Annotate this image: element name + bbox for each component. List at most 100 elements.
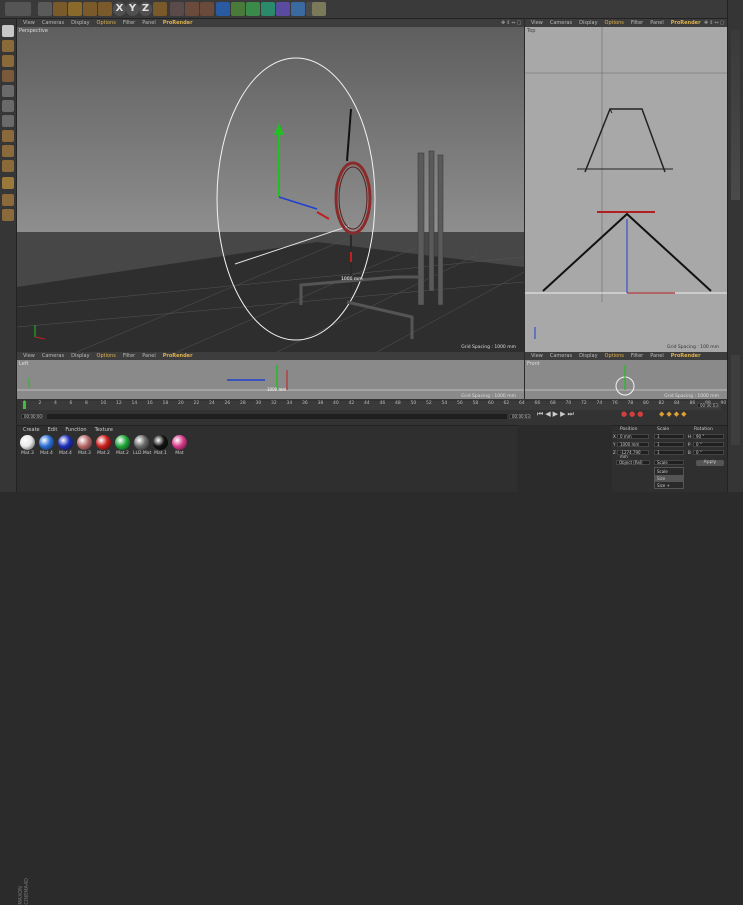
menu-options[interactable]: Options [97, 20, 116, 26]
menu-prorender[interactable]: ProRender [671, 353, 701, 359]
floor-icon[interactable] [291, 2, 305, 16]
dropdown-option-size[interactable]: Size [655, 475, 683, 482]
workplane-icon[interactable] [2, 70, 14, 82]
apply-button[interactable]: Apply [696, 460, 724, 466]
menu-display[interactable]: Display [579, 20, 597, 26]
points-mode-icon[interactable] [2, 85, 14, 97]
material-swatch[interactable]: Mat.3 [19, 435, 36, 459]
menu-cameras[interactable]: Cameras [42, 20, 64, 26]
material-swatch[interactable]: Mat.2 [95, 435, 112, 459]
menu-options[interactable]: Options [605, 20, 624, 26]
rotate-tool-icon[interactable] [83, 2, 97, 16]
make-editable-icon[interactable] [2, 25, 14, 37]
scale-field[interactable]: 1 [654, 434, 684, 439]
coordinate-system-icon[interactable] [153, 2, 167, 16]
position-field[interactable]: 1000 mm [617, 442, 649, 447]
record-controls[interactable]: ●●● [621, 410, 661, 420]
menu-prorender[interactable]: ProRender [163, 20, 193, 26]
menu-options[interactable]: Options [97, 353, 116, 359]
dropdown-option-size-plus[interactable]: Size + [655, 482, 683, 489]
menu-options[interactable]: Options [605, 353, 624, 359]
planar-workplane-icon[interactable] [2, 194, 14, 206]
menu-panel[interactable]: Panel [650, 353, 664, 359]
render-picture-viewer-icon[interactable] [185, 2, 199, 16]
scale-field[interactable]: 1 [654, 442, 684, 447]
render-view-icon[interactable] [170, 2, 184, 16]
material-swatch[interactable]: Mat.2 [114, 435, 131, 459]
material-swatch[interactable]: LLD.Mat [133, 435, 151, 459]
playhead[interactable] [23, 401, 26, 409]
position-field[interactable]: -1274.790 mm [617, 450, 649, 459]
menu-prorender[interactable]: ProRender [671, 20, 701, 26]
menu-view[interactable]: View [531, 20, 543, 26]
menu-edit[interactable]: Edit [48, 427, 58, 433]
object-manager-icons[interactable] [731, 30, 740, 200]
locking-icon[interactable] [2, 177, 14, 189]
snap-icon[interactable] [2, 160, 14, 172]
menu-cameras[interactable]: Cameras [42, 353, 64, 359]
viewport-nav-icons[interactable]: ✥⇕⇔▢ [704, 20, 724, 26]
left-viewport[interactable]: View Cameras Display Options Filter Pane… [17, 352, 524, 399]
timeline-ruler[interactable]: 0246810121416182022242628303234363840424… [21, 401, 726, 410]
scale-tool-icon[interactable] [68, 2, 82, 16]
menu-prorender[interactable]: ProRender [163, 353, 193, 359]
menu-panel[interactable]: Panel [650, 20, 664, 26]
polygons-mode-icon[interactable] [2, 115, 14, 127]
menu-view[interactable]: View [23, 20, 35, 26]
scale-mode-select[interactable]: Scale [654, 460, 684, 465]
material-swatch[interactable]: Mat.3 [76, 435, 93, 459]
menu-filter[interactable]: Filter [631, 20, 643, 26]
deformer-icon[interactable] [276, 2, 290, 16]
edges-mode-icon[interactable] [2, 100, 14, 112]
scale-field[interactable]: 1 [654, 450, 684, 455]
menu-display[interactable]: Display [71, 20, 89, 26]
rotation-field[interactable]: 0 ° [693, 450, 724, 455]
material-swatch[interactable]: Mat.4 [38, 435, 55, 459]
axis-mode-icon[interactable] [2, 130, 14, 142]
menu-panel[interactable]: Panel [142, 20, 156, 26]
array-icon[interactable] [261, 2, 275, 16]
mode-select[interactable]: Object (Rel) [616, 460, 650, 465]
top-viewport[interactable]: View Cameras Display Options Filter Pane… [525, 19, 727, 352]
menu-view[interactable]: View [531, 353, 543, 359]
menu-filter[interactable]: Filter [123, 20, 135, 26]
rotation-field[interactable]: 0 ° [693, 442, 724, 447]
recent-tool-icon[interactable] [98, 2, 112, 16]
end-time-field[interactable]: 00:00:03 [509, 414, 531, 419]
menu-cameras[interactable]: Cameras [550, 20, 572, 26]
light-icon[interactable] [312, 2, 326, 16]
perspective-viewport[interactable]: View Cameras Display Options Filter Pane… [17, 19, 524, 352]
playback-controls[interactable]: ⏮◀▶▶⏭ [537, 410, 617, 420]
menu-display[interactable]: Display [71, 353, 89, 359]
dropdown-option-scale[interactable]: Scale [655, 468, 683, 475]
position-field[interactable]: 0 mm [617, 434, 649, 439]
attribute-manager-icons[interactable] [731, 355, 740, 445]
cube-icon[interactable] [216, 2, 230, 16]
preview-range-bar[interactable] [47, 414, 507, 419]
menu-texture[interactable]: Texture [95, 427, 113, 433]
viewport-nav-icons[interactable]: ✥⇕⇔▢ [501, 20, 521, 26]
x-axis-button[interactable]: X [113, 2, 126, 16]
texture-mode-icon[interactable] [2, 55, 14, 67]
tweak-mode-icon[interactable] [2, 145, 14, 157]
move-tool-icon[interactable] [53, 2, 67, 16]
menu-display[interactable]: Display [579, 353, 597, 359]
sculpt-icon[interactable] [2, 209, 14, 221]
material-swatch[interactable]: Mat [171, 435, 188, 459]
start-time-field[interactable]: 00:00:00 [21, 414, 43, 419]
menu-function[interactable]: Function [65, 427, 86, 433]
menu-panel[interactable]: Panel [142, 353, 156, 359]
select-tool-icon[interactable] [38, 2, 52, 16]
menu-cameras[interactable]: Cameras [550, 353, 572, 359]
menu-view[interactable]: View [23, 353, 35, 359]
model-mode-icon[interactable] [2, 40, 14, 52]
key-controls[interactable]: ◆◆◆◆ [659, 410, 709, 420]
front-viewport[interactable]: View Cameras Display Options Filter Pane… [525, 352, 727, 399]
rotation-field[interactable]: 90 ° [693, 434, 724, 439]
material-swatch[interactable]: Mat.1 [152, 435, 169, 459]
z-axis-button[interactable]: Z [139, 2, 152, 16]
pen-icon[interactable] [231, 2, 245, 16]
undo-icon[interactable] [5, 2, 31, 16]
material-swatch[interactable]: Mat.4 [57, 435, 74, 459]
y-axis-button[interactable]: Y [126, 2, 139, 16]
